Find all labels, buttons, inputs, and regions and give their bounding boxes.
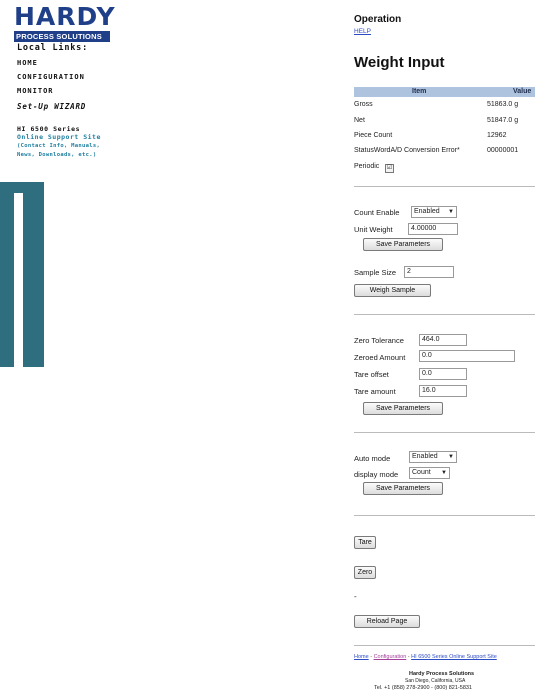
tare-offset-label: Tare offset [354, 370, 389, 379]
table-header: Item Value [354, 87, 535, 97]
row-label-gross: Gross [354, 101, 373, 108]
unit-weight-input[interactable]: 4.00000 [408, 223, 458, 235]
sidebar-decor-column-2 [23, 193, 44, 367]
footer-link-home[interactable]: Home [354, 654, 369, 660]
periodic-checkbox[interactable]: ☑ [385, 164, 394, 173]
tare-offset-input[interactable]: 0.0 [419, 368, 467, 380]
weigh-sample-button[interactable]: Weigh Sample [354, 284, 431, 297]
divider [354, 645, 535, 646]
row-value-gross: 51863.0 g [487, 101, 519, 108]
footer-city: San Diego, California, USA [405, 678, 466, 684]
sidebar-decor-bar [0, 182, 44, 193]
sidebar-link-configuration[interactable]: CONFIGURATION [17, 73, 85, 81]
sidebar-link-setup-wizard[interactable]: Set-Up WIZARD [17, 102, 86, 111]
reload-page-button[interactable]: Reload Page [354, 615, 420, 628]
zero-button[interactable]: Zero [354, 566, 376, 579]
support-site-description-2[interactable]: News, Downloads, etc.) [17, 152, 96, 158]
sample-size-input[interactable]: 2 [404, 266, 454, 278]
save-parameters-button[interactable]: Save Parameters [363, 482, 443, 495]
footer-link-configuration[interactable]: Configuration [374, 654, 407, 660]
auto-mode-label: Auto mode [354, 454, 391, 463]
chevron-down-icon: ▼ [448, 454, 454, 460]
row-label-status-word: StatusWordA/D Conversion Error* [354, 147, 460, 154]
save-parameters-button[interactable]: Save Parameters [363, 238, 443, 251]
section-heading: Operation [354, 14, 402, 25]
tare-amount-label: Tare amount [354, 387, 396, 396]
footer-company: Hardy Process Solutions [409, 671, 475, 677]
save-parameters-button[interactable]: Save Parameters [363, 402, 443, 415]
support-site-description[interactable]: (Contact Info, Manuals, [17, 143, 100, 149]
row-label-net: Net [354, 117, 365, 124]
page-title: Weight Input [354, 54, 445, 71]
sidebar-link-home[interactable]: HOME [17, 59, 38, 67]
footer-links: Home - Configuration - HI 6500 Series On… [354, 654, 497, 660]
row-value-piece-count: 12962 [487, 132, 507, 139]
row-value-status-word: 00000001 [487, 147, 519, 154]
divider [354, 432, 535, 433]
display-mode-select[interactable]: Count ▼ [409, 467, 450, 479]
sidebar-decor-column [0, 193, 14, 367]
unit-weight-label: Unit Weight [354, 225, 393, 234]
periodic-label: Periodic [354, 163, 380, 170]
logo-tagline: PROCESS SOLUTIONS [14, 31, 110, 42]
zeroed-amount-label: Zeroed Amount [354, 353, 406, 362]
divider [354, 314, 535, 315]
local-links-heading: Local Links: [17, 43, 89, 53]
zeroed-amount-input[interactable]: 0.0 [419, 350, 515, 362]
chevron-down-icon: ▼ [441, 470, 447, 476]
help-link[interactable]: HELP [354, 28, 371, 35]
footer-phone: Tel. +1 (858) 278-2900 - (800) 821-5831 [374, 685, 472, 691]
support-site-link[interactable]: Online Support Site [17, 133, 101, 141]
zero-tolerance-input[interactable]: 464.0 [419, 334, 467, 346]
tare-button[interactable]: Tare [354, 536, 376, 549]
series-heading: HI 6500 Series [17, 125, 81, 133]
auto-mode-select[interactable]: Enabled ▼ [409, 451, 457, 463]
tare-amount-input[interactable]: 16.0 [419, 385, 467, 397]
row-label-piece-count: Piece Count [354, 132, 393, 139]
zero-tolerance-label: Zero Tolerance [354, 336, 404, 345]
column-header-item: Item [412, 88, 427, 95]
count-enable-select[interactable]: Enabled ▼ [411, 206, 457, 218]
row-value-net: 51847.0 g [487, 117, 519, 124]
display-mode-value: Count [412, 469, 431, 476]
status-text: - [354, 592, 357, 601]
divider [354, 186, 535, 187]
count-enable-label: Count Enable [354, 208, 400, 217]
logo-wordmark: HARDY [14, 2, 116, 31]
count-enable-value: Enabled [414, 208, 440, 215]
auto-mode-value: Enabled [412, 453, 438, 460]
chevron-down-icon: ▼ [448, 209, 454, 215]
sidebar: HARDY PROCESS SOLUTIONS Local Links: HOM… [0, 0, 120, 696]
column-header-value: Value [513, 88, 532, 95]
divider [354, 515, 535, 516]
sidebar-decor-gap [14, 193, 23, 367]
display-mode-label: display mode [354, 470, 399, 479]
sidebar-link-monitor[interactable]: MONITOR [17, 87, 54, 95]
hardy-logo[interactable]: HARDY PROCESS SOLUTIONS [14, 2, 116, 42]
sample-size-label: Sample Size [354, 268, 397, 277]
footer-link-support-site[interactable]: HI 6500 Series Online Support Site [411, 654, 497, 660]
